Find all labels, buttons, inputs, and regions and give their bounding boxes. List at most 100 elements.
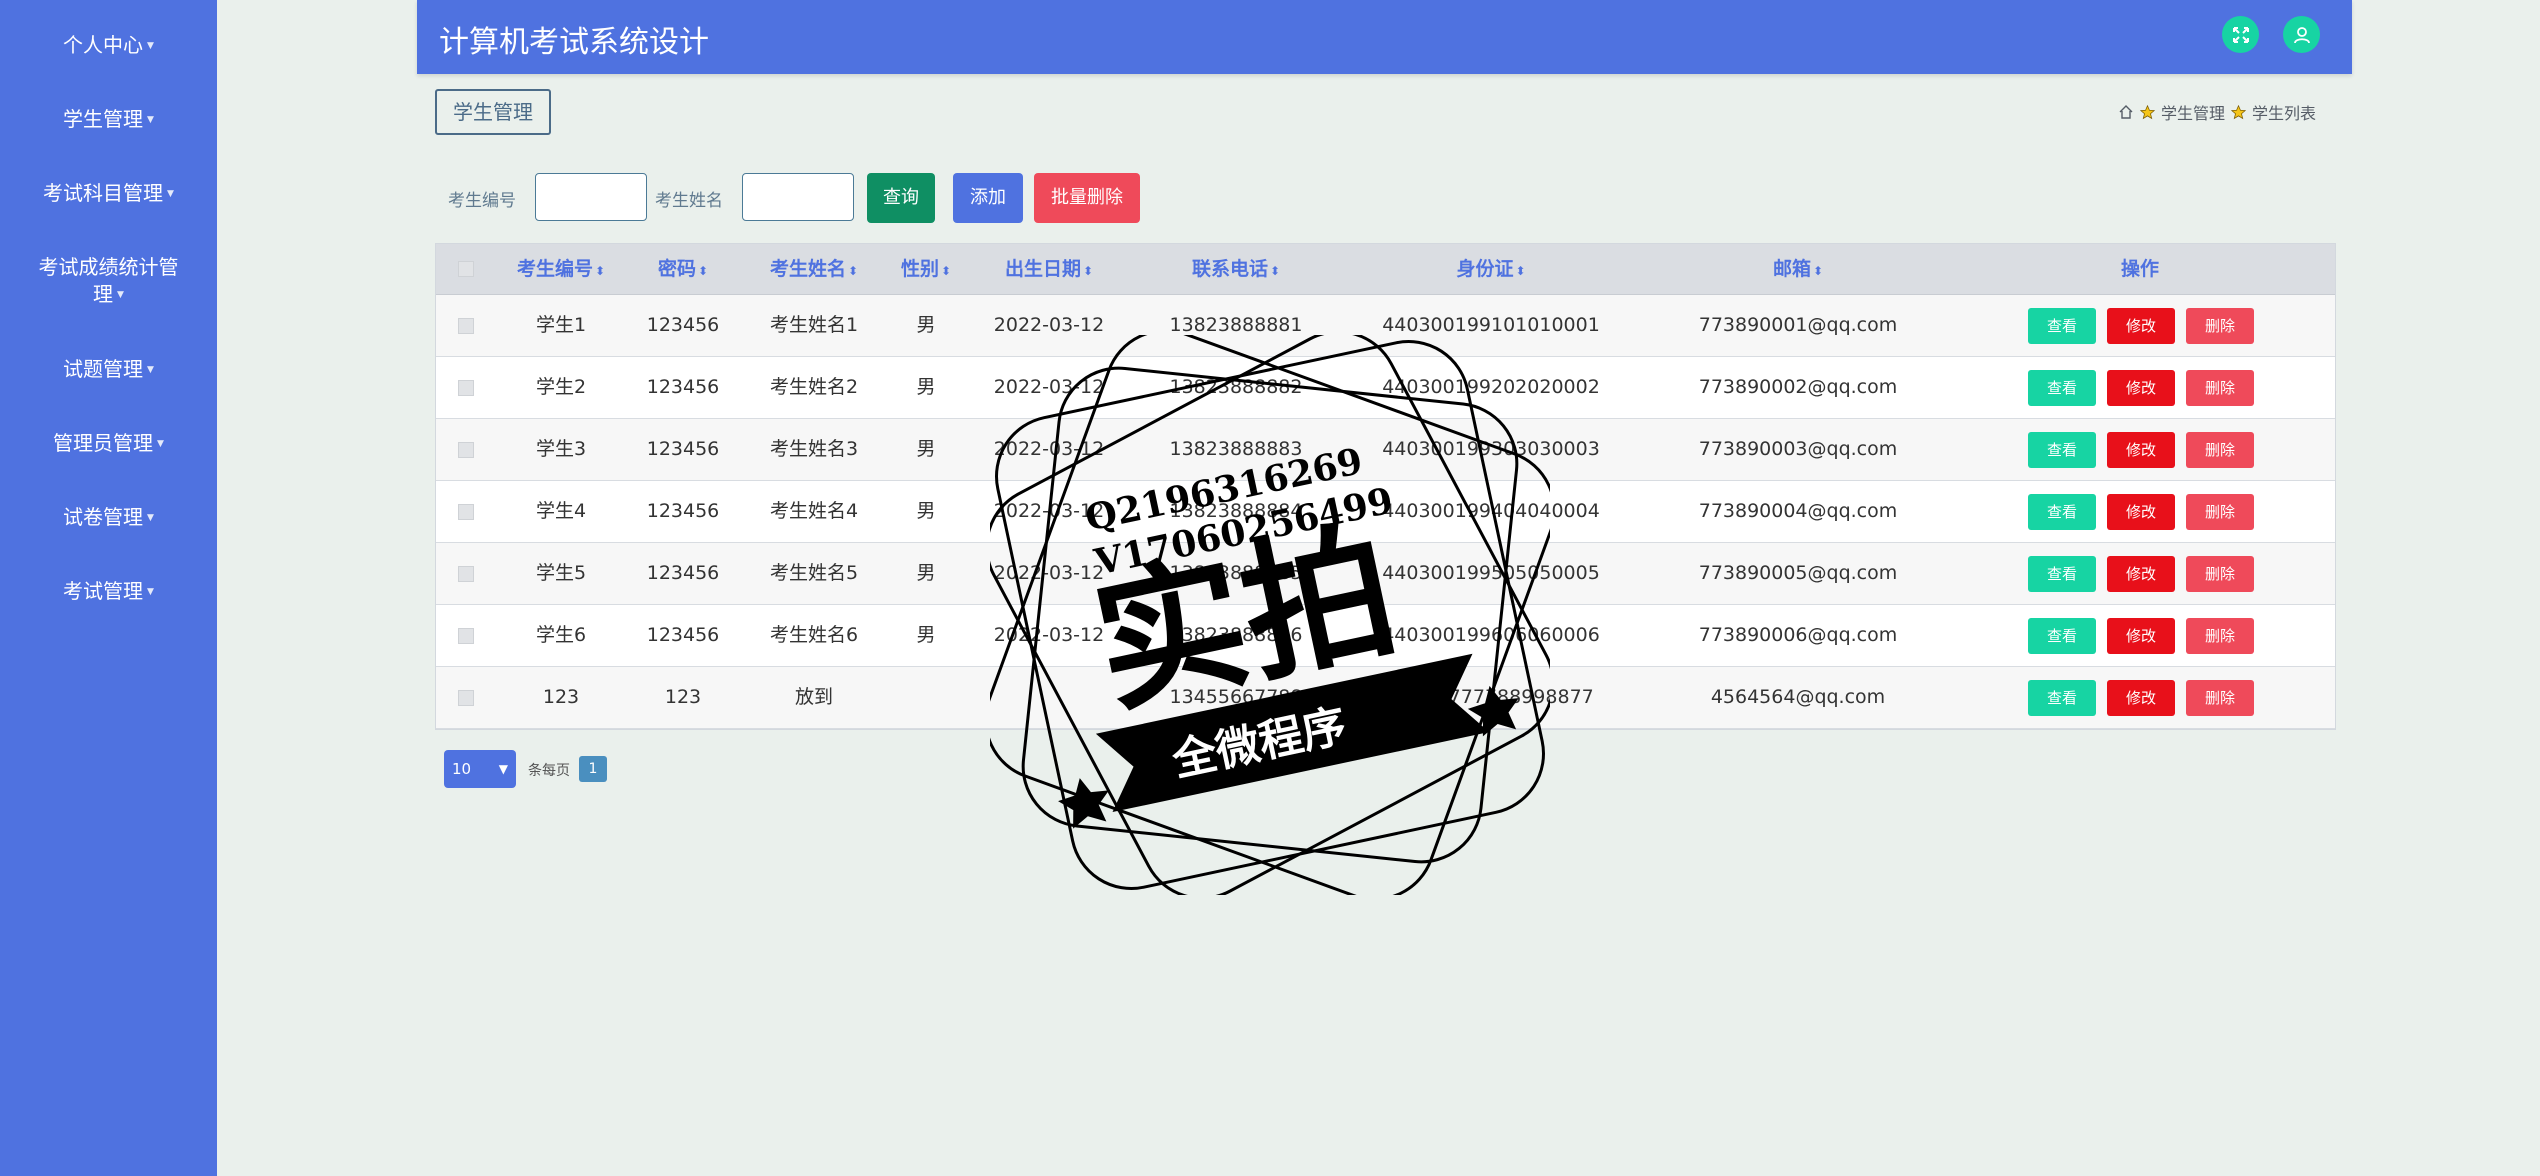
sidebar-item-personal-center[interactable]: 个人中心 ▼ bbox=[0, 32, 217, 60]
breadcrumb-item: 学生列表 bbox=[2251, 104, 2316, 123]
sidebar-item-label: 个人中心 bbox=[63, 33, 144, 57]
cell-password: 123456 bbox=[646, 624, 720, 646]
sidebar-item-label: 试题管理 bbox=[63, 357, 144, 381]
column-header-phone[interactable]: 联系电话 ⬍ bbox=[1192, 244, 1280, 294]
table-row: 学生1 123456 考生姓名1 男 2022-03-12 13823888881 4403… bbox=[436, 295, 2335, 357]
cell-student-name: 考生姓名4 bbox=[769, 500, 859, 522]
view-button[interactable]: 查看 bbox=[2028, 432, 2096, 468]
edit-button[interactable]: 修改 bbox=[2107, 308, 2175, 344]
cell-student-no: 学生3 bbox=[535, 438, 587, 460]
user-icon bbox=[2293, 26, 2310, 43]
row-checkbox[interactable] bbox=[458, 318, 474, 334]
add-button[interactable]: 添加 bbox=[953, 173, 1023, 223]
batch-delete-button[interactable]: 批量删除 bbox=[1034, 173, 1140, 223]
column-header-gender[interactable]: 性别 ⬍ bbox=[901, 244, 951, 294]
cell-student-no: 学生5 bbox=[535, 562, 587, 584]
sort-icon[interactable]: ⬍ bbox=[595, 264, 605, 278]
column-header-id-card[interactable]: 身份证 ⬍ bbox=[1456, 244, 1525, 294]
star-icon bbox=[2139, 104, 2155, 119]
delete-button[interactable]: 删除 bbox=[2186, 556, 2254, 592]
column-header-password[interactable]: 密码 ⬍ bbox=[658, 244, 708, 294]
cell-student-no: 123 bbox=[542, 686, 580, 708]
top-header: 计算机考试系统设计 bbox=[417, 0, 2352, 74]
cell-email: 773890001@qq.com bbox=[1698, 314, 1898, 336]
sort-icon[interactable]: ⬍ bbox=[1515, 264, 1525, 278]
page-tab-student-management[interactable]: 学生管理 bbox=[435, 89, 551, 135]
delete-button[interactable]: 删除 bbox=[2186, 308, 2254, 344]
home-icon[interactable] bbox=[2118, 104, 2134, 120]
column-header-birth-date[interactable]: 出生日期 ⬍ bbox=[1005, 244, 1093, 294]
edit-button[interactable]: 修改 bbox=[2107, 618, 2175, 654]
sidebar-item-score-statistics[interactable]: 考试成绩统计管理 ▼ bbox=[0, 254, 217, 309]
cell-email: 773890005@qq.com bbox=[1698, 562, 1898, 584]
student-name-input[interactable] bbox=[742, 173, 854, 221]
row-checkbox[interactable] bbox=[458, 690, 474, 706]
cell-email: 773890006@qq.com bbox=[1698, 624, 1898, 646]
table-row: 学生4 123456 考生姓名4 男 2022-03-12 13823888884 4403… bbox=[436, 481, 2335, 543]
column-header-student-no[interactable]: 考生编号 ⬍ bbox=[517, 244, 605, 294]
cell-gender: 男 bbox=[916, 500, 936, 522]
column-header-email[interactable]: 邮箱 ⬍ bbox=[1773, 244, 1823, 294]
edit-button[interactable]: 修改 bbox=[2107, 680, 2175, 716]
row-checkbox[interactable] bbox=[458, 380, 474, 396]
cell-student-name: 考生姓名2 bbox=[769, 376, 859, 398]
sidebar-item-label: 学生管理 bbox=[63, 107, 144, 131]
sidebar-item-label: 试卷管理 bbox=[63, 505, 144, 529]
per-page-label: 条每页 bbox=[528, 763, 570, 779]
cell-phone: 13823888883 bbox=[1169, 438, 1303, 460]
edit-button[interactable]: 修改 bbox=[2107, 494, 2175, 530]
edit-button[interactable]: 修改 bbox=[2107, 556, 2175, 592]
sidebar-item-subject-management[interactable]: 考试科目管理 ▼ bbox=[0, 180, 217, 208]
delete-button[interactable]: 删除 bbox=[2186, 370, 2254, 406]
sort-icon[interactable]: ⬍ bbox=[698, 264, 708, 278]
sidebar-item-exam-management[interactable]: 考试管理 ▼ bbox=[0, 578, 217, 606]
view-button[interactable]: 查看 bbox=[2028, 618, 2096, 654]
star-icon bbox=[2230, 104, 2246, 119]
sidebar: 个人中心 ▼ 学生管理 ▼ 考试科目管理 ▼ 考试成绩统计管理 ▼ 试题管理 ▼ 管理员管… bbox=[0, 0, 217, 1176]
cell-student-name: 考生姓名5 bbox=[769, 562, 859, 584]
sort-icon[interactable]: ⬍ bbox=[1083, 264, 1093, 278]
fullscreen-button[interactable] bbox=[2222, 16, 2259, 53]
page-number-button[interactable]: 1 bbox=[579, 756, 607, 782]
view-button[interactable]: 查看 bbox=[2028, 308, 2096, 344]
chevron-down-icon: ▼ bbox=[167, 189, 174, 199]
row-checkbox[interactable] bbox=[458, 628, 474, 644]
edit-button[interactable]: 修改 bbox=[2107, 432, 2175, 468]
sidebar-item-paper-management[interactable]: 试卷管理 ▼ bbox=[0, 504, 217, 532]
cell-email: 773890003@qq.com bbox=[1698, 438, 1898, 460]
view-button[interactable]: 查看 bbox=[2028, 370, 2096, 406]
delete-button[interactable]: 删除 bbox=[2186, 432, 2254, 468]
delete-button[interactable]: 删除 bbox=[2186, 680, 2254, 716]
chevron-down-icon: ▼ bbox=[498, 762, 508, 776]
sort-icon[interactable]: ⬍ bbox=[848, 264, 858, 278]
cell-student-name: 考生姓名1 bbox=[769, 314, 859, 336]
row-checkbox[interactable] bbox=[458, 504, 474, 520]
table-row: 学生5 123456 考生姓名5 男 2022-03-12 13823888885 4403… bbox=[436, 543, 2335, 605]
breadcrumb-item[interactable]: 学生管理 bbox=[2161, 100, 2225, 124]
sort-icon[interactable]: ⬍ bbox=[1270, 264, 1280, 278]
sort-icon[interactable]: ⬍ bbox=[1813, 264, 1823, 278]
row-checkbox[interactable] bbox=[458, 442, 474, 458]
sidebar-item-admin-management[interactable]: 管理员管理 ▼ bbox=[0, 430, 217, 458]
view-button[interactable]: 查看 bbox=[2028, 556, 2096, 592]
sidebar-item-student-management[interactable]: 学生管理 ▼ bbox=[0, 106, 217, 134]
sidebar-item-question-management[interactable]: 试题管理 ▼ bbox=[0, 356, 217, 384]
view-button[interactable]: 查看 bbox=[2028, 494, 2096, 530]
page-size-select[interactable]: 10 ▼ bbox=[444, 750, 516, 788]
student-no-input[interactable] bbox=[535, 173, 647, 221]
row-checkbox[interactable] bbox=[458, 566, 474, 582]
delete-button[interactable]: 删除 bbox=[2186, 494, 2254, 530]
chevron-down-icon: ▼ bbox=[117, 290, 124, 300]
user-menu-button[interactable] bbox=[2283, 16, 2320, 53]
cell-birth-date: 2022-03-12 bbox=[993, 314, 1105, 336]
edit-button[interactable]: 修改 bbox=[2107, 370, 2175, 406]
sort-icon[interactable]: ⬍ bbox=[941, 264, 951, 278]
cell-student-name: 考生姓名6 bbox=[769, 624, 859, 646]
sidebar-item-label: 管理员管理 bbox=[53, 431, 154, 455]
delete-button[interactable]: 删除 bbox=[2186, 618, 2254, 654]
query-button[interactable]: 查询 bbox=[867, 173, 935, 223]
column-header-student-name[interactable]: 考生姓名 ⬍ bbox=[770, 244, 858, 294]
view-button[interactable]: 查看 bbox=[2028, 680, 2096, 716]
select-all-checkbox[interactable] bbox=[458, 261, 474, 277]
cell-id-card: 44152777788998877 bbox=[1388, 686, 1594, 708]
